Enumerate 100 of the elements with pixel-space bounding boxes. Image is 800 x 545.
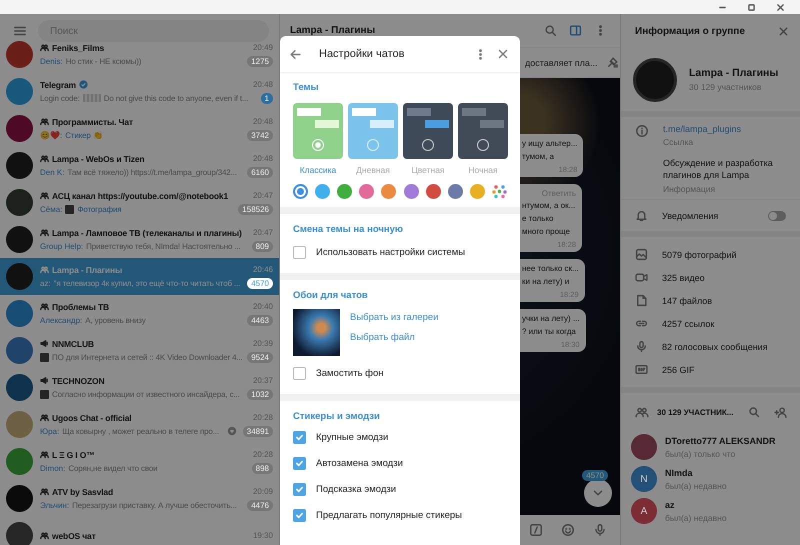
accent-color-swatch[interactable] [381, 184, 396, 199]
megaphone-icon [40, 376, 49, 385]
accent-color-swatch[interactable] [293, 184, 308, 199]
scroll-down-button[interactable] [584, 479, 612, 507]
wallpaper-link[interactable]: Выбрать файл [350, 332, 438, 343]
pinned-list-icon [606, 56, 620, 69]
chat-item[interactable]: Ugoos Chat - official 20:28 Юра: Ща ковырну , может реально в телеге про... 34891 [0, 406, 279, 443]
media-item[interactable]: 5079 фотографий [621, 243, 800, 266]
chat-preview-prefix: Login code: [40, 94, 80, 102]
verified-icon [78, 80, 88, 89]
accent-color-swatch[interactable] [404, 184, 419, 199]
checkbox[interactable] [293, 246, 306, 258]
member-item[interactable]: A az был(а) недавно [621, 495, 800, 528]
chat-preview: Do not give this code to anyone, even if t... [104, 94, 248, 102]
media-item[interactable]: 147 файлов [621, 289, 800, 312]
notifications-toggle[interactable] [768, 210, 786, 221]
accent-color-swatch[interactable] [337, 184, 352, 199]
chat-item[interactable]: NNMCLUB 20:39 ПО для Интернета и сетей :: 4K Video Downloader 4... 9524 [0, 332, 279, 369]
accent-color-swatch[interactable] [359, 184, 374, 199]
chat-preview: Приветствую тебя, NImda! Настоятельно ... [86, 242, 241, 250]
checkbox[interactable] [293, 366, 306, 380]
chat-name: Telegram [40, 80, 76, 90]
close-icon [776, 2, 785, 12]
theme-option[interactable]: Классика [293, 103, 343, 175]
accent-color-swatch[interactable] [448, 184, 463, 199]
group-icon [40, 43, 49, 52]
group-icon [40, 154, 49, 163]
pinned-message[interactable]: доставляет пла... [525, 58, 598, 68]
member-name: NImda [665, 468, 694, 478]
section-title: Смена темы на ночную [293, 224, 404, 235]
group-icon [40, 228, 49, 237]
accent-color-swatch[interactable] [470, 184, 485, 199]
chat-name: Lampa - Ламповое ТВ (телеканалы и плагины) [52, 228, 242, 238]
group-icon [40, 413, 49, 422]
custom-color-button[interactable] [492, 184, 507, 199]
chat-time: 20:48 [252, 117, 273, 126]
chat-item[interactable]: ATV by Sasvlad 20:09 Эльчин: Перезагрузи приставку. А лучше обесточить... 4476 [0, 480, 279, 517]
thumbnail [65, 204, 74, 214]
field-label: Ссылка [663, 137, 694, 147]
chat-item[interactable]: TECHNOZON 20:37 Согласно информации от известного инсайдера, с... 1032 [0, 369, 279, 406]
people-icon [635, 405, 649, 420]
microphone-icon [593, 523, 607, 537]
group-description: Обсуждение и разработка плагинов для Lampa [663, 158, 774, 182]
chat-item[interactable]: Lampa - Плагины 20:46 az: "я телевизор 4к купил, это ещё что-то читать чтоб ... 4570 [0, 258, 279, 295]
media-label: 4257 ссылок [662, 318, 714, 329]
section-title: Обои для чатов [293, 290, 369, 301]
accent-color-swatch[interactable] [315, 184, 330, 199]
message-text: у ищу альтер... [522, 139, 578, 149]
chat-item[interactable]: АСЦ канал https://youtube.com/@notebook1 20:47 Сёма: Фотография 158526 [0, 184, 279, 221]
member-item[interactable]: N NImda был(а) недавно [621, 463, 800, 496]
member-avatar: N [631, 466, 657, 492]
chat-name: webOS чат [52, 530, 96, 540]
group-name: Lampa - Плагины [689, 67, 778, 79]
member-avatar: A [631, 498, 657, 524]
accent-color-swatch[interactable] [426, 184, 441, 199]
microphone-icon [635, 340, 648, 354]
chat-item[interactable]: Telegram 20:48 Login code: Do not give this code to anyone, even if t... 1 [0, 73, 279, 110]
chat-item[interactable]: Программисты. Чат 20:48 😊❤: Стикер 👏 3742 [0, 110, 279, 147]
checkbox[interactable] [293, 430, 306, 444]
chat-item[interactable]: Проблемы ТВ 20:40 Александр: А, уровень внизу 4463 [0, 295, 279, 332]
chat-time: 20:47 [252, 228, 273, 237]
chat-time: 20:49 [252, 43, 273, 52]
chat-item[interactable]: L Ξ G I O™ 20:28 Dimon: Сорян,не видел что свои 898 [0, 443, 279, 480]
close-icon [778, 26, 789, 36]
message-text: тумом, а [522, 152, 556, 162]
chat-preview: ПО для Интернета и сетей :: 4K Video Downloader 4... [52, 352, 243, 362]
message-text: ? или ты когда [522, 327, 577, 337]
chat-name: ATV by Sasvlad [52, 486, 114, 496]
unread-count: 1032 [247, 388, 273, 400]
member-count: 30 129 участников [689, 82, 762, 92]
member-item[interactable]: DToretto777 ALEKSANDR был(а) только что [621, 431, 800, 464]
chat-sender: Den K: [40, 168, 64, 176]
members-header: 30 129 УЧАСТНИК... [657, 408, 734, 417]
checkmark-icon [295, 432, 304, 442]
chat-item[interactable]: webOS чат 19:30 [0, 517, 279, 545]
checkbox-label: Использовать настройки системы [316, 246, 466, 258]
dialog-title: Настройки чатов [318, 48, 406, 60]
media-item[interactable]: 82 голосовых сообщения [621, 335, 800, 358]
chat-item[interactable]: Lampa - WebOs и Tizen 20:48 Den K: Там всё тяжело)) https://t.me/lampa_group/342... 6160 [0, 147, 279, 184]
chat-time: 19:30 [252, 531, 273, 540]
wallpaper-preview [293, 309, 340, 356]
wallpaper-link[interactable]: Выбрать из галереи [350, 312, 438, 323]
media-item[interactable]: 256 GIF [621, 358, 800, 382]
media-item[interactable]: 4257 ссылок [621, 312, 800, 336]
chat-time: 20:37 [252, 376, 273, 385]
chat-time: 20:46 [252, 265, 273, 274]
megaphone-icon [40, 339, 49, 348]
section-title: Темы [293, 82, 320, 93]
checkmark-icon [295, 458, 304, 468]
checkbox[interactable] [293, 456, 306, 470]
chat-item[interactable]: Lampa - Ламповое ТВ (телеканалы и плагины) 20:47 Group Help: Приветствую тебя, NImda! Настоятельно ... 809 [0, 221, 279, 258]
color-dots-icon [492, 184, 507, 199]
checkbox[interactable] [293, 482, 306, 496]
back-icon [289, 48, 302, 60]
chat-name: L Ξ G I O™ [52, 450, 95, 460]
checkbox[interactable] [293, 508, 306, 522]
bell-icon [635, 209, 648, 222]
chat-preview: А, уровень внизу [85, 316, 146, 324]
media-item[interactable]: 325 видео [621, 266, 800, 290]
unread-count: 1 [260, 92, 273, 104]
